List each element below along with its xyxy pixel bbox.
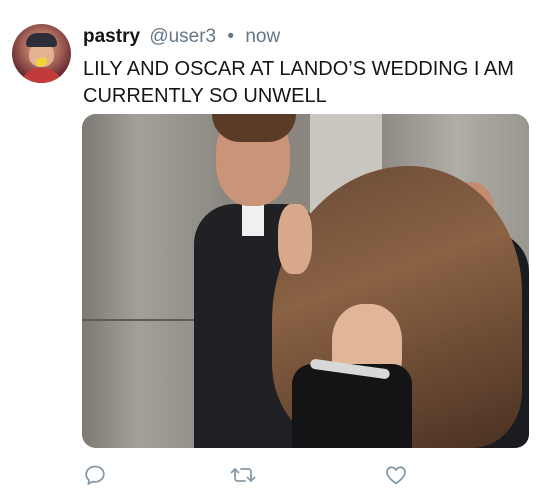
tweet-actions	[0, 462, 540, 490]
tweet-text: LILY AND OSCAR AT LANDO’S WEDDING I AM C…	[83, 58, 514, 107]
avatar-cap	[26, 33, 57, 47]
reply-button[interactable]	[82, 462, 108, 488]
heart-icon	[386, 466, 406, 485]
retweet-button[interactable]	[230, 462, 256, 488]
photo-woman-face	[278, 204, 312, 274]
photo-woman-dress	[292, 364, 412, 448]
reply-icon	[85, 465, 105, 485]
tweet-photo[interactable]	[82, 114, 529, 448]
avatar[interactable]	[12, 24, 71, 83]
avatar-shirt	[20, 68, 63, 83]
retweet-icon	[230, 468, 256, 482]
timestamp[interactable]: now	[245, 26, 280, 47]
user-handle[interactable]: @user3	[149, 26, 216, 47]
tweet-header: pastry @user3 • now	[83, 24, 280, 50]
like-button[interactable]	[383, 462, 409, 488]
display-name[interactable]: pastry	[83, 26, 140, 47]
separator-dot: •	[227, 26, 235, 47]
